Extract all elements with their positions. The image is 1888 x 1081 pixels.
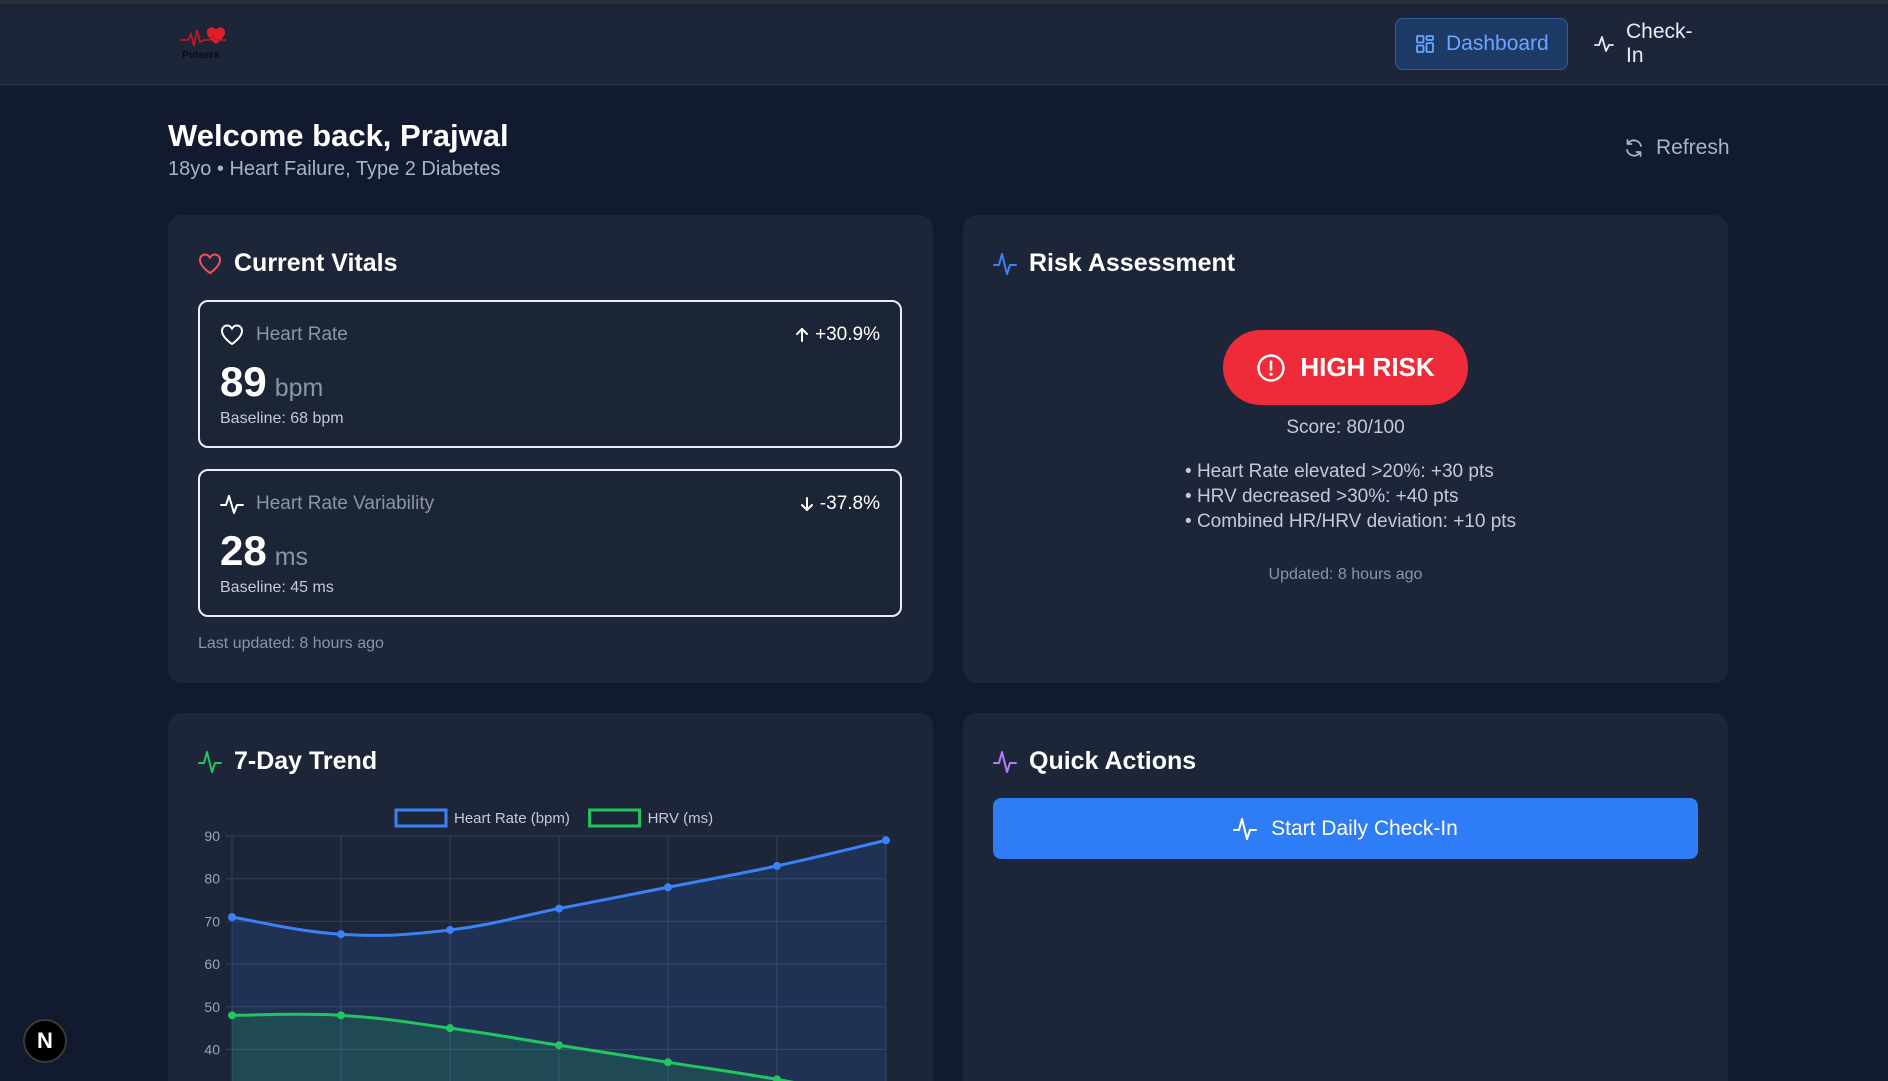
risk-assessment-title-text: Risk Assessment — [1029, 249, 1236, 277]
risk-factor-item: Heart Rate elevated >20%: +30 pts — [1185, 459, 1516, 484]
hrv-baseline: Baseline: 45 ms — [220, 579, 334, 596]
data-point — [664, 883, 672, 892]
y-tick-label: 40 — [204, 1042, 220, 1058]
legend-label: Heart Rate (bpm) — [454, 810, 570, 827]
risk-assessment-card: Risk Assessment HIGH RISK Score: 80/100 … — [963, 215, 1728, 683]
data-point — [555, 1041, 563, 1050]
data-point — [228, 913, 236, 922]
heart-rate-label: Heart Rate — [220, 324, 348, 346]
risk-score: Score: 80/100 — [1286, 417, 1405, 438]
start-daily-checkin-label: Start Daily Check-In — [1271, 816, 1458, 840]
data-point — [773, 861, 781, 870]
logo-text: Pulsera — [182, 50, 220, 61]
risk-factors-list: Heart Rate elevated >20%: +30 pts HRV de… — [1185, 459, 1516, 534]
alert-circle-icon — [1257, 353, 1286, 382]
risk-factor-item: Combined HR/HRV deviation: +10 pts — [1185, 509, 1516, 534]
hrv-change-text: -37.8% — [819, 493, 880, 514]
top-navbar: Pulsera Dashboard Check-In — [0, 4, 1888, 85]
heartbeat-logo-icon — [180, 27, 226, 47]
activity-pulse-icon — [993, 750, 1017, 773]
heart-rate-change-text: +30.9% — [815, 324, 880, 345]
heart-rate-change: +30.9% — [795, 324, 880, 346]
heart-rate-unit: bpm — [274, 374, 324, 402]
nav-dashboard-label: Dashboard — [1446, 32, 1549, 55]
hrv-value: 28 ms — [220, 527, 308, 575]
activity-pulse-icon — [1233, 817, 1258, 840]
data-point — [228, 1011, 236, 1020]
vitals-last-updated: Last updated: 8 hours ago — [198, 635, 384, 652]
hrv-unit: ms — [274, 543, 309, 571]
legend-swatch — [588, 808, 642, 828]
legend-label: HRV (ms) — [648, 810, 714, 827]
start-daily-checkin-button[interactable]: Start Daily Check-In — [993, 798, 1698, 859]
y-tick-label: 80 — [204, 871, 220, 887]
patient-summary: 18yo • Heart Failure, Type 2 Diabetes — [168, 158, 501, 180]
current-vitals-title-text: Current Vitals — [234, 249, 398, 277]
quick-actions-title: Quick Actions — [993, 747, 1196, 776]
welcome-title: Welcome back, Prajwal — [168, 118, 509, 153]
hrv-label: Heart Rate Variability — [220, 493, 434, 515]
risk-updated: Updated: 8 hours ago — [1268, 566, 1423, 583]
data-point — [337, 1011, 345, 1020]
heart-rate-value: 89 bpm — [220, 358, 323, 406]
heart-outline-icon — [220, 324, 244, 346]
refresh-label: Refresh — [1656, 136, 1730, 159]
risk-assessment-title: Risk Assessment — [993, 249, 1235, 278]
quick-actions-card: Quick Actions Start Daily Check-In — [963, 713, 1728, 1081]
data-point — [882, 836, 890, 845]
data-point — [446, 1024, 454, 1033]
hrv-label-text: Heart Rate Variability — [256, 493, 435, 514]
seven-day-trend-card: 7-Day Trend 90 80 70 60 50 40 Heart Rate (bpm)… — [168, 713, 933, 1081]
data-point — [773, 1075, 781, 1081]
dashboard-grid-icon — [1416, 35, 1434, 53]
heart-rate-number: 89 — [220, 358, 267, 405]
activity-pulse-icon — [993, 252, 1017, 275]
y-tick-label: 60 — [204, 956, 220, 972]
data-point — [446, 925, 454, 934]
legend-swatch — [394, 808, 448, 828]
refresh-button[interactable]: Refresh — [1624, 136, 1730, 160]
hrv-change: -37.8% — [800, 493, 880, 515]
activity-pulse-icon — [220, 495, 244, 514]
nav-checkin-label: Check-In — [1626, 20, 1693, 67]
heart-rate-tile: Heart Rate +30.9% 89 bpm Baseline: 68 bp… — [198, 300, 902, 448]
y-tick-label: 70 — [204, 913, 220, 929]
risk-factor-item: HRV decreased >30%: +40 pts — [1185, 484, 1516, 509]
refresh-icon — [1626, 139, 1642, 157]
current-vitals-title: Current Vitals — [198, 249, 397, 278]
hrv-tile: Heart Rate Variability -37.8% 28 ms Base… — [198, 469, 902, 617]
heart-rate-label-text: Heart Rate — [256, 324, 348, 345]
y-tick-label: 90 — [204, 828, 220, 844]
y-tick-label: 50 — [204, 999, 220, 1015]
data-point — [337, 930, 345, 939]
trend-line-chart: 90 80 70 60 50 40 Heart Rate (bpm) HRV (ms) — [204, 808, 890, 1081]
heart-rate-baseline: Baseline: 68 bpm — [220, 410, 344, 427]
current-vitals-card: Current Vitals Heart Rate +30.9% 89 bpm … — [168, 215, 933, 683]
pulsera-logo[interactable]: Pulsera — [180, 26, 228, 64]
hrv-number: 28 — [220, 527, 267, 574]
arrow-down-icon — [800, 497, 813, 511]
risk-level-text: HIGH RISK — [1300, 352, 1435, 382]
risk-level-badge: HIGH RISK — [1223, 330, 1468, 405]
nav-checkin-button[interactable]: Check-In — [1574, 18, 1724, 70]
data-point — [555, 904, 563, 913]
data-point — [664, 1058, 672, 1067]
heart-icon — [198, 252, 222, 274]
arrow-up-icon — [796, 328, 809, 342]
nav-dashboard-button[interactable]: Dashboard — [1395, 18, 1568, 70]
quick-actions-title-text: Quick Actions — [1029, 747, 1197, 775]
dev-tools-badge[interactable]: N — [23, 1019, 67, 1063]
activity-pulse-icon — [1594, 36, 1614, 52]
